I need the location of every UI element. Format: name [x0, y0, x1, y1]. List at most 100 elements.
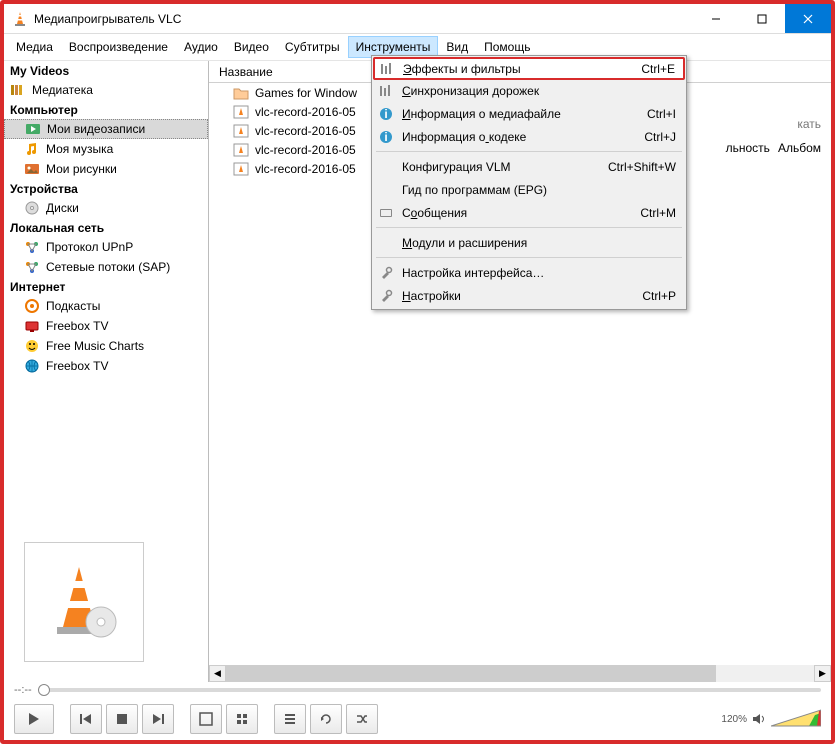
sidebar-heading-devices: Устройства: [4, 179, 208, 198]
vlc-file-icon: [233, 143, 249, 157]
folder-icon: [233, 86, 249, 100]
prev-button[interactable]: [70, 704, 102, 734]
menu-shortcut: Ctrl+E: [641, 62, 675, 76]
video-icon: [25, 121, 41, 137]
menu-video[interactable]: Видео: [226, 36, 277, 58]
maximize-button[interactable]: [739, 4, 785, 33]
sidebar: My Videos Медиатека Компьютер Мои видеоз…: [4, 61, 209, 682]
equalizer-icon: [378, 83, 394, 99]
menu-shortcut: Ctrl+Shift+W: [608, 160, 676, 174]
fullscreen-button[interactable]: [190, 704, 222, 734]
minimize-button[interactable]: [693, 4, 739, 33]
list-item-name: vlc-record-2016-05: [255, 105, 356, 119]
menu-item-модули-и-расширения[interactable]: Модули и расширения: [374, 231, 684, 254]
info-icon: i: [378, 129, 394, 145]
extended-settings-button[interactable]: [226, 704, 258, 734]
menu-item-синхронизация-дорожек[interactable]: Синхронизация дорожек: [374, 79, 684, 102]
sidebar-heading-lan: Локальная сеть: [4, 218, 208, 237]
menu-label: Гид по программам (EPG): [402, 183, 668, 197]
preview-thumbnail-area: [4, 522, 208, 682]
seek-knob[interactable]: [38, 684, 50, 696]
svg-text:i: i: [384, 107, 387, 121]
sidebar-item-my-music[interactable]: Моя музыка: [4, 139, 208, 159]
volume-slider[interactable]: [771, 708, 821, 730]
play-button[interactable]: [14, 704, 54, 734]
sidebar-item-podcasts[interactable]: Подкасты: [4, 296, 208, 316]
sidebar-item-mediateka[interactable]: Медиатека: [4, 80, 208, 100]
playlist-button[interactable]: [274, 704, 306, 734]
menu-subtitles[interactable]: Субтитры: [277, 36, 348, 58]
sidebar-item-my-pictures[interactable]: Мои рисунки: [4, 159, 208, 179]
search-input-tail[interactable]: кать: [797, 117, 821, 131]
music-icon: [24, 141, 40, 157]
svg-text:i: i: [384, 130, 387, 144]
sidebar-item-my-videos[interactable]: Мои видеозаписи: [4, 119, 208, 139]
scroll-left-button[interactable]: ◀: [209, 665, 226, 682]
menu-label: Настройки: [402, 289, 634, 303]
menu-item-эффекты-и-фильтры[interactable]: Эффекты и фильтрыCtrl+E: [373, 57, 685, 80]
menu-item-информация-о-медиафайле[interactable]: iИнформация о медиафайлеCtrl+I: [374, 102, 684, 125]
sidebar-item-freebox-2[interactable]: Freebox TV: [4, 356, 208, 376]
sidebar-item-label: Диски: [46, 201, 79, 215]
sidebar-item-label: Free Music Charts: [46, 339, 144, 353]
menu-label: Информация о кодеке: [402, 130, 636, 144]
menu-shortcut: Ctrl+P: [642, 289, 676, 303]
tools-icon: [378, 265, 394, 281]
upnp-icon: [24, 239, 40, 255]
loop-button[interactable]: [310, 704, 342, 734]
menu-shortcut: Ctrl+M: [640, 206, 676, 220]
podcast-icon: [24, 298, 40, 314]
next-button[interactable]: [142, 704, 174, 734]
sidebar-item-label: Мои рисунки: [46, 162, 117, 176]
sidebar-item-label: Медиатека: [32, 83, 93, 97]
close-button[interactable]: [785, 4, 831, 33]
seek-bar[interactable]: --:--: [4, 682, 831, 698]
sidebar-item-upnp[interactable]: Протокол UPnP: [4, 237, 208, 257]
speaker-icon[interactable]: [751, 711, 767, 727]
menu-playback[interactable]: Воспроизведение: [61, 36, 176, 58]
scroll-right-button[interactable]: ▶: [814, 665, 831, 682]
menu-shortcut: Ctrl+I: [647, 107, 676, 121]
sidebar-heading-internet: Интернет: [4, 277, 208, 296]
sidebar-item-label: Сетевые потоки (SAP): [46, 260, 170, 274]
tools-dropdown-menu: Эффекты и фильтрыCtrl+EСинхронизация дор…: [371, 55, 687, 310]
sidebar-item-label: Моя музыка: [46, 142, 113, 156]
scroll-track[interactable]: [226, 665, 814, 682]
titlebar[interactable]: Медиапроигрыватель VLC: [4, 4, 831, 34]
sidebar-heading-my-videos: My Videos: [4, 61, 208, 80]
vlc-cone-icon: [12, 11, 28, 27]
scroll-thumb[interactable]: [226, 665, 716, 682]
menu-item-настройки[interactable]: Настройки Ctrl+P: [374, 284, 684, 307]
menu-separator: [376, 257, 682, 258]
menu-item-информация-о-кодеке[interactable]: iИнформация о кодекеCtrl+J: [374, 125, 684, 148]
sidebar-item-label: Мои видеозаписи: [47, 122, 145, 136]
menu-item-настройка-интерфейса-[interactable]: Настройка интерфейса…: [374, 261, 684, 284]
volume-control[interactable]: 120%: [721, 708, 821, 730]
list-item-name: Games for Window: [255, 86, 357, 100]
horizontal-scrollbar[interactable]: ◀ ▶: [209, 665, 831, 682]
sidebar-item-freebox-1[interactable]: Freebox TV: [4, 316, 208, 336]
menu-item-сообщения[interactable]: СообщенияCtrl+M: [374, 201, 684, 224]
stop-button[interactable]: [106, 704, 138, 734]
list-item-name: vlc-record-2016-05: [255, 124, 356, 138]
sidebar-item-fmc[interactable]: Free Music Charts: [4, 336, 208, 356]
shuffle-button[interactable]: [346, 704, 378, 734]
menu-item-гид-по-программам-epg-[interactable]: Гид по программам (EPG): [374, 178, 684, 201]
sidebar-item-label: Freebox TV: [46, 319, 108, 333]
column-header-album[interactable]: Альбом: [778, 141, 821, 155]
sidebar-item-label: Подкасты: [46, 299, 100, 313]
sidebar-item-discs[interactable]: Диски: [4, 198, 208, 218]
menu-media[interactable]: Медиа: [8, 36, 61, 58]
column-header-length[interactable]: льность: [726, 141, 770, 155]
seek-track[interactable]: [38, 688, 821, 692]
vlc-file-icon: [233, 105, 249, 119]
vlc-file-icon: [233, 162, 249, 176]
vlc-cone-large-icon: [39, 557, 129, 647]
blank-icon: [378, 159, 394, 175]
menu-separator: [376, 151, 682, 152]
menu-item-конфигурация-vlm[interactable]: Конфигурация VLMCtrl+Shift+W: [374, 155, 684, 178]
sidebar-item-label: Freebox TV: [46, 359, 108, 373]
menu-audio[interactable]: Аудио: [176, 36, 226, 58]
tools-icon: [378, 288, 394, 304]
sidebar-item-sap[interactable]: Сетевые потоки (SAP): [4, 257, 208, 277]
